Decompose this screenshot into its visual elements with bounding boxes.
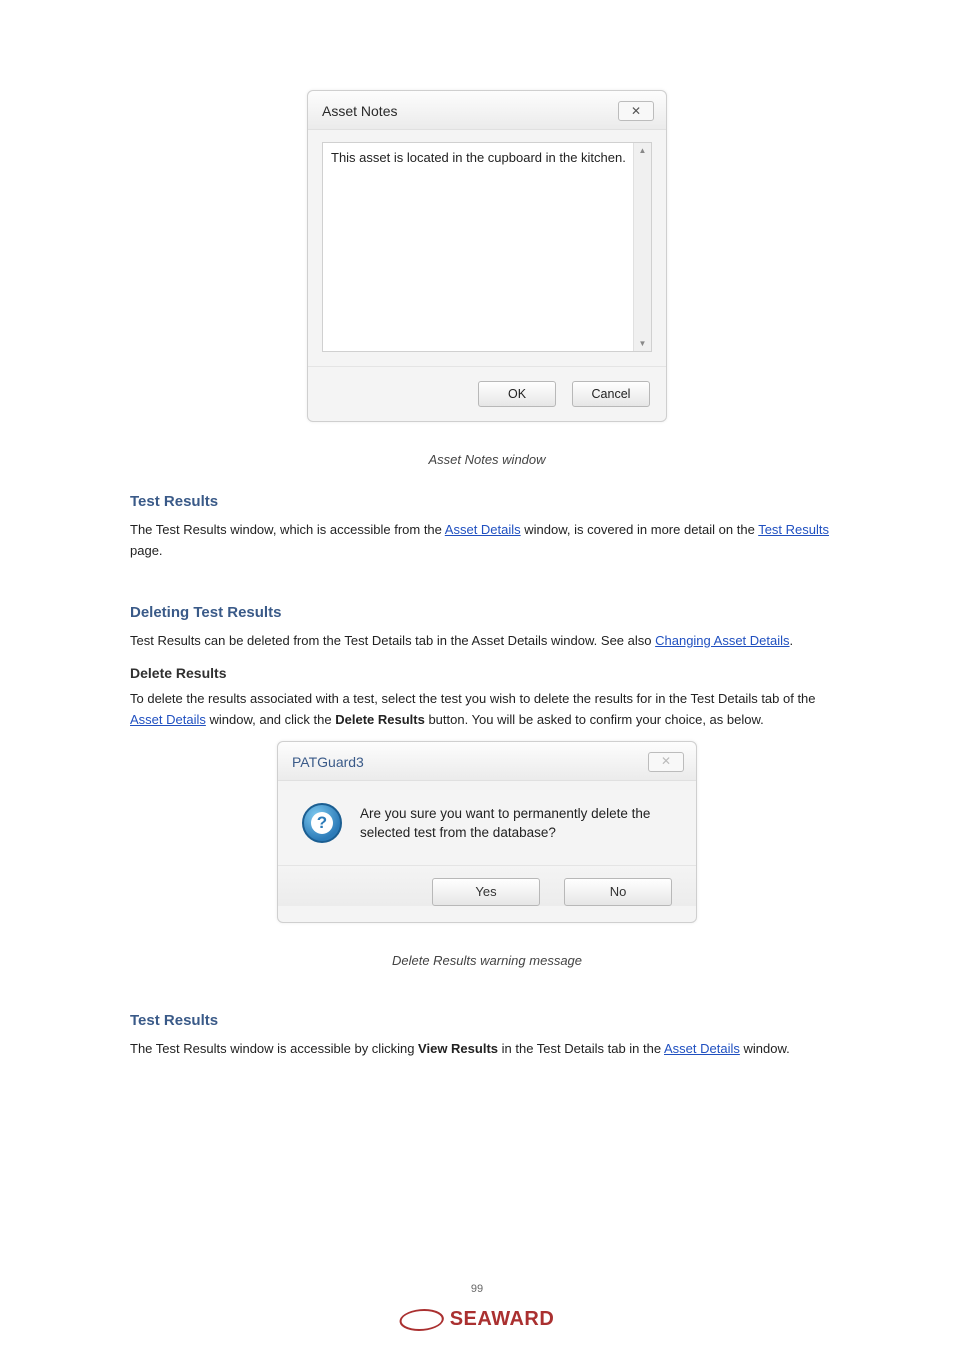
- scrollbar[interactable]: ▲ ▼: [633, 143, 651, 351]
- text: window, is covered in more detail on the: [521, 522, 759, 537]
- notes-textarea-wrap: This asset is located in the cupboard in…: [322, 142, 652, 352]
- paragraph-test-results-2: The Test Results window is accessible by…: [130, 1039, 844, 1060]
- link-test-results[interactable]: Test Results: [758, 522, 829, 537]
- figure-caption-1: Asset Notes window: [130, 452, 844, 467]
- text: .: [790, 633, 794, 648]
- dialog2-titlebar: PATGuard3 ✕: [278, 742, 696, 781]
- ok-button[interactable]: OK: [478, 381, 556, 407]
- asset-notes-dialog: Asset Notes ✕ This asset is located in t…: [307, 90, 667, 422]
- text: window, and click the: [206, 712, 335, 727]
- page-number: 99: [471, 1283, 483, 1295]
- paragraph-delete-results-detail: To delete the results associated with a …: [130, 689, 844, 731]
- heading-test-results-2: Test Results: [130, 1012, 844, 1029]
- heading-test-results: Test Results: [130, 493, 844, 510]
- text: page.: [130, 543, 163, 558]
- bold-delete-results: Delete Results: [335, 712, 425, 727]
- footer-logo: SEAWARD: [400, 1308, 555, 1331]
- text: The Test Results window is accessible by…: [130, 1041, 418, 1056]
- figure-caption-2: Delete Results warning message: [130, 953, 844, 968]
- heading-deleting-results: Deleting Test Results: [130, 604, 844, 621]
- text: To delete the results associated with a …: [130, 691, 816, 706]
- paragraph-test-results: The Test Results window, which is access…: [130, 520, 844, 562]
- confirm-body: ? Are you sure you want to permanently d…: [278, 781, 696, 865]
- paragraph-deleting-results: Test Results can be deleted from the Tes…: [130, 631, 844, 652]
- text: The Test Results window, which is access…: [130, 522, 445, 537]
- close-icon: ✕: [631, 104, 641, 118]
- scroll-down-icon[interactable]: ▼: [639, 339, 647, 348]
- yes-button[interactable]: Yes: [432, 878, 540, 906]
- close-icon: ✕: [661, 754, 671, 768]
- close-button-2[interactable]: ✕: [648, 752, 684, 772]
- link-asset-details-2[interactable]: Asset Details: [130, 712, 206, 727]
- text: button. You will be asked to confirm you…: [425, 712, 764, 727]
- link-asset-details[interactable]: Asset Details: [445, 522, 521, 537]
- confirm-delete-dialog: PATGuard3 ✕ ? Are you sure you want to p…: [277, 741, 697, 923]
- close-button[interactable]: ✕: [618, 101, 654, 121]
- confirm-button-row: Yes No: [278, 865, 696, 906]
- no-button[interactable]: No: [564, 878, 672, 906]
- logo-oval-icon: [397, 1309, 446, 1331]
- bold-view-results: View Results: [418, 1041, 498, 1056]
- dialog-button-row: OK Cancel: [308, 366, 666, 407]
- question-icon: ?: [302, 803, 342, 843]
- text: in the Test Details tab in the: [498, 1041, 664, 1056]
- scroll-up-icon[interactable]: ▲: [639, 146, 647, 155]
- question-mark: ?: [311, 812, 333, 834]
- text: Test Results can be deleted from the Tes…: [130, 633, 655, 648]
- link-changing-asset-details[interactable]: Changing Asset Details: [655, 633, 789, 648]
- cancel-button[interactable]: Cancel: [572, 381, 650, 407]
- notes-textarea[interactable]: This asset is located in the cupboard in…: [331, 149, 629, 345]
- confirm-message: Are you sure you want to permanently del…: [360, 803, 672, 843]
- dialog-title: Asset Notes: [322, 103, 397, 119]
- text: window.: [740, 1041, 790, 1056]
- dialog-titlebar: Asset Notes ✕: [308, 91, 666, 130]
- subheading-delete-results: Delete Results: [130, 665, 844, 681]
- dialog2-title: PATGuard3: [292, 754, 364, 770]
- logo-text: SEAWARD: [450, 1308, 555, 1331]
- link-asset-details-3[interactable]: Asset Details: [664, 1041, 740, 1056]
